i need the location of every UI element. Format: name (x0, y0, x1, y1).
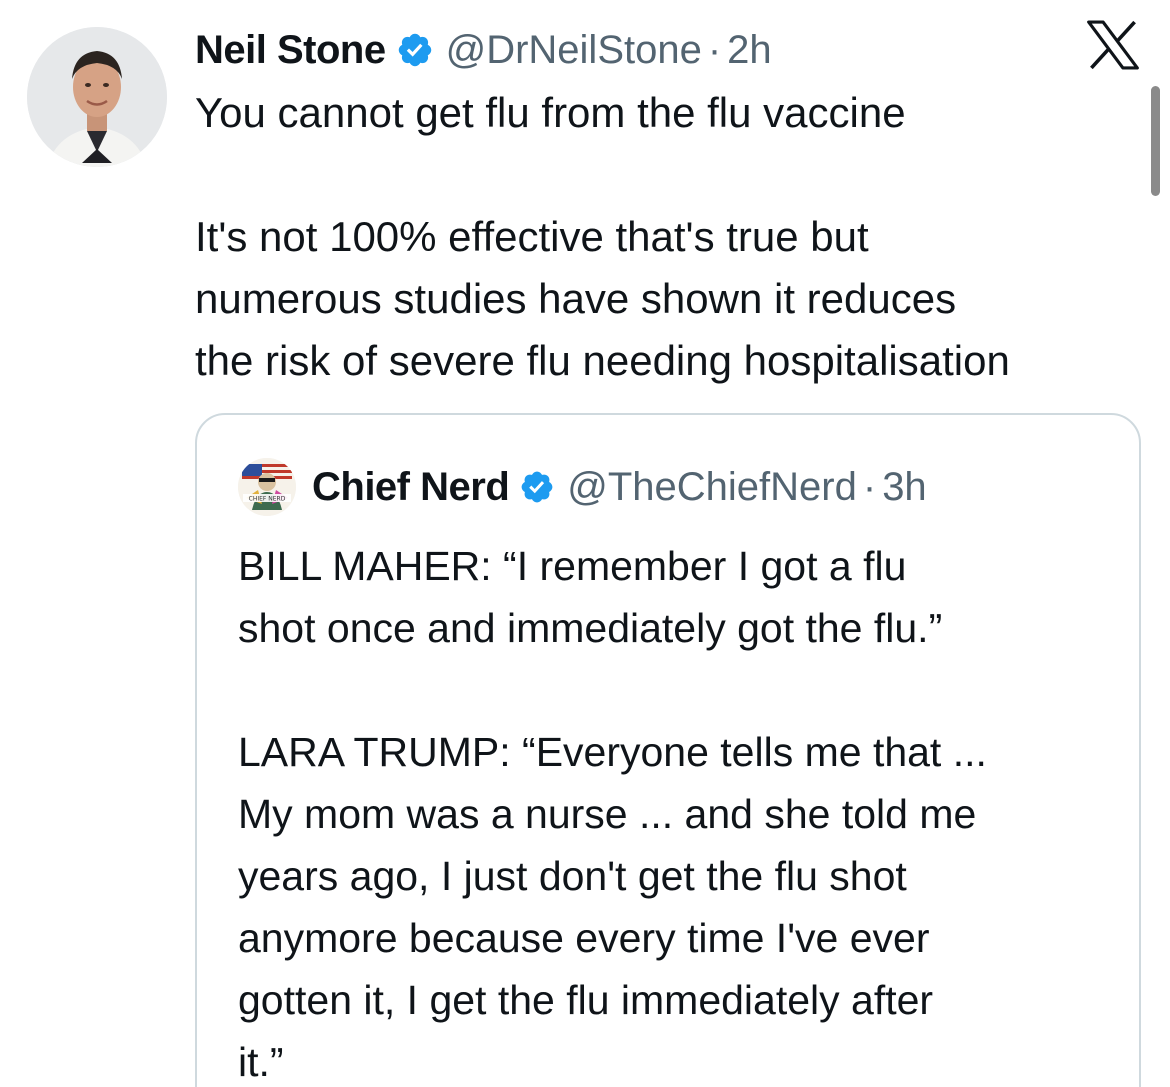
tweet-timestamp[interactable]: 2h (727, 28, 772, 73)
quoted-author-name[interactable]: Chief Nerd (312, 465, 510, 510)
scrollbar[interactable] (1151, 86, 1160, 196)
quoted-tweet-body: BILL MAHER: “I remember I got a flu shot… (238, 535, 1118, 1087)
quoted-avatar-caption: CHIEF NERD (249, 496, 286, 503)
tweet-line: the risk of severe flu needing hospitali… (195, 337, 1010, 384)
author-avatar[interactable] (27, 27, 167, 167)
tweet-line: numerous studies have shown it reduces (195, 275, 957, 322)
tweet-body: You cannot get flu from the flu vaccine … (195, 82, 1145, 392)
author-name[interactable]: Neil Stone (195, 28, 386, 73)
verified-badge-icon (396, 31, 434, 69)
quoted-tweet-timestamp[interactable]: 3h (882, 465, 927, 510)
tweet-line: It's not 100% effective that's true but (195, 213, 869, 260)
quoted-author-handle[interactable]: @TheChiefNerd (567, 465, 857, 510)
quoted-header-separator: · (862, 464, 877, 509)
quoted-tweet-card[interactable]: CHIEF NERD Chief Nerd @TheChiefNerd · 3h… (195, 413, 1141, 1087)
header-separator: · (707, 27, 722, 72)
quoted-line: gotten it, I get the flu immediately aft… (238, 977, 934, 1023)
quoted-line: LARA TRUMP: “Everyone tells me that ... (238, 729, 987, 775)
quoted-line: years ago, I just don't get the flu shot (238, 853, 907, 899)
quoted-line: BILL MAHER: “I remember I got a flu (238, 543, 907, 589)
quoted-line: anymore because every time I've ever (238, 915, 930, 961)
quoted-line: shot once and immediately got the flu.” (238, 605, 943, 651)
tweet-header: Neil Stone @DrNeilStone · 2h (195, 20, 772, 80)
x-logo-icon (1086, 20, 1140, 70)
verified-badge-icon (519, 469, 555, 505)
tweet-line: You cannot get flu from the flu vaccine (195, 89, 906, 136)
quoted-line: it.” (238, 1039, 284, 1085)
tweet-screenshot: Neil Stone @DrNeilStone · 2h You cannot … (0, 0, 1170, 1087)
quoted-line: My mom was a nurse ... and she told me (238, 791, 977, 837)
quoted-tweet-header: CHIEF NERD Chief Nerd @TheChiefNerd · 3h (238, 458, 927, 516)
author-handle[interactable]: @DrNeilStone (446, 28, 702, 73)
quoted-author-avatar[interactable]: CHIEF NERD (238, 458, 296, 516)
